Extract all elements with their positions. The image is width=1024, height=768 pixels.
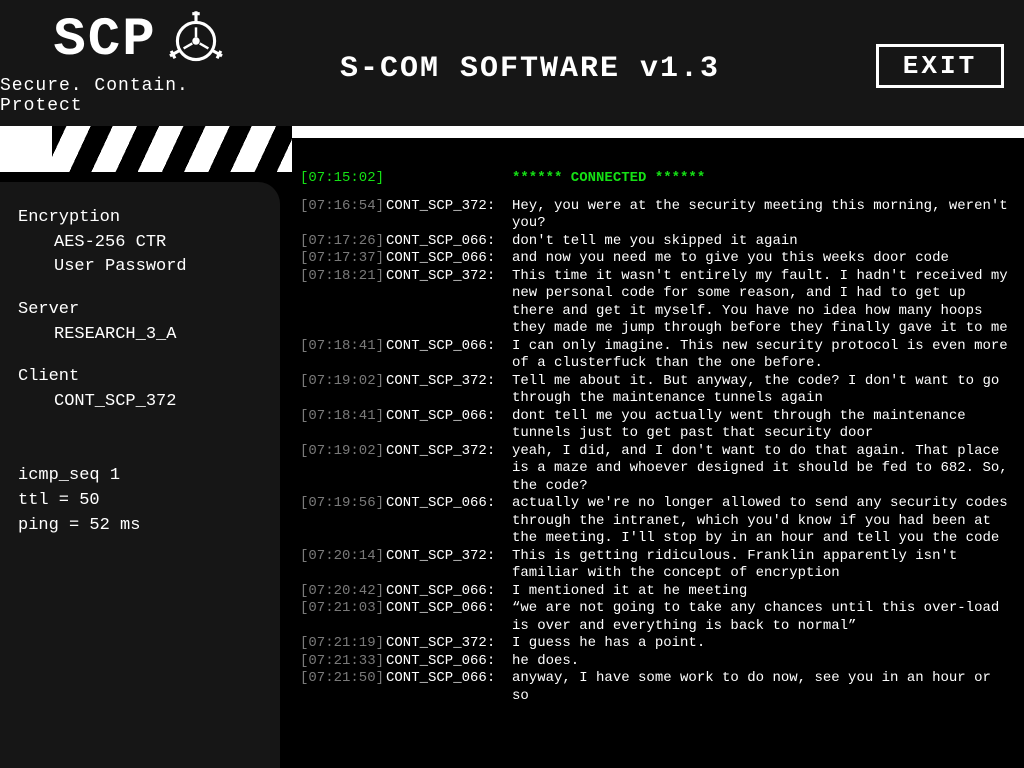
log-line: [07:18:21]CONT_SCP_372:This time it wasn… [300, 268, 1012, 338]
log-connected-line: [07:15:02] ****** CONNECTED ****** [300, 170, 1012, 188]
sidebar: Encryption AES-256 CTR User Password Ser… [0, 182, 280, 768]
log-line: [07:18:41]CONT_SCP_066:I can only imagin… [300, 338, 1012, 373]
log-line: [07:18:41]CONT_SCP_066:dont tell me you … [300, 408, 1012, 443]
log-sender: CONT_SCP_372: [386, 548, 512, 566]
log-message: and now you need me to give you this wee… [512, 250, 1012, 268]
log-line: [07:21:03]CONT_SCP_066:“we are not going… [300, 600, 1012, 635]
log-timestamp: [07:18:41] [300, 408, 386, 426]
log-message: Hey, you were at the security meeting th… [512, 198, 1012, 233]
exit-button[interactable]: EXIT [876, 44, 1004, 88]
log-timestamp: [07:17:26] [300, 233, 386, 251]
log-timestamp: [07:20:14] [300, 548, 386, 566]
client-label: Client [18, 365, 262, 390]
log-line: [07:20:42]CONT_SCP_066:I mentioned it at… [300, 583, 1012, 601]
log-message: “we are not going to take any chances un… [512, 600, 1012, 635]
log-sender: CONT_SCP_066: [386, 233, 512, 251]
log-sender: CONT_SCP_066: [386, 250, 512, 268]
log-line: [07:20:14]CONT_SCP_372:This is getting r… [300, 548, 1012, 583]
log-timestamp: [07:20:42] [300, 583, 386, 601]
log-sender: CONT_SCP_066: [386, 338, 512, 356]
net-ping: ping = 52 ms [18, 514, 262, 539]
log-message: I guess he has a point. [512, 635, 1012, 653]
log-message: dont tell me you actually went through t… [512, 408, 1012, 443]
log-line: [07:19:02]CONT_SCP_372:Tell me about it.… [300, 373, 1012, 408]
log-timestamp: [07:19:02] [300, 443, 386, 461]
log-sender: CONT_SCP_372: [386, 268, 512, 286]
log-line: [07:16:54]CONT_SCP_372:Hey, you were at … [300, 198, 1012, 233]
log-sender: CONT_SCP_372: [386, 635, 512, 653]
log-timestamp: [07:21:19] [300, 635, 386, 653]
log-timestamp: [07:17:37] [300, 250, 386, 268]
log-message: This is getting ridiculous. Franklin app… [512, 548, 1012, 583]
log-line: [07:17:37]CONT_SCP_066:and now you need … [300, 250, 1012, 268]
log-message: anyway, I have some work to do now, see … [512, 670, 1012, 705]
log-message: yeah, I did, and I don't want to do that… [512, 443, 1012, 496]
log-line: [07:21:19]CONT_SCP_372:I guess he has a … [300, 635, 1012, 653]
log-message: ****** CONNECTED ****** [512, 170, 1012, 188]
log-sender: CONT_SCP_066: [386, 583, 512, 601]
client-value: CONT_SCP_372 [18, 390, 262, 415]
content-bg-corner [292, 138, 1024, 172]
header-bar: SCP Secure. Contain. Prot [0, 0, 1024, 126]
log-line: [07:19:56]CONT_SCP_066:actually we're no… [300, 495, 1012, 548]
encryption-key: User Password [18, 255, 262, 280]
log-timestamp: [07:21:33] [300, 653, 386, 671]
log-sender: CONT_SCP_066: [386, 408, 512, 426]
log-message: he does. [512, 653, 1012, 671]
log-line: [07:21:50]CONT_SCP_066:anyway, I have so… [300, 670, 1012, 705]
encryption-cipher: AES-256 CTR [18, 231, 262, 256]
net-seq: icmp_seq 1 [18, 464, 262, 489]
log-message: I can only imagine. This new security pr… [512, 338, 1012, 373]
log-message: don't tell me you skipped it again [512, 233, 1012, 251]
net-ttl: ttl = 50 [18, 489, 262, 514]
log-sender: CONT_SCP_066: [386, 600, 512, 618]
chat-log: [07:15:02] ****** CONNECTED ****** [07:16:… [300, 170, 1012, 760]
log-message: I mentioned it at he meeting [512, 583, 1012, 601]
log-timestamp: [07:21:03] [300, 600, 386, 618]
log-message: This time it wasn't entirely my fault. I… [512, 268, 1012, 338]
log-timestamp: [07:15:02] [300, 170, 386, 188]
log-line: [07:21:33]CONT_SCP_066:he does. [300, 653, 1012, 671]
logo-tagline: Secure. Contain. Protect [0, 76, 280, 116]
log-sender: CONT_SCP_066: [386, 670, 512, 688]
log-sender: CONT_SCP_066: [386, 495, 512, 513]
logo-text: SCP [53, 14, 156, 68]
log-sender: CONT_SCP_066: [386, 653, 512, 671]
log-timestamp: [07:19:02] [300, 373, 386, 391]
hazard-stripes-icon [52, 126, 292, 172]
log-sender: CONT_SCP_372: [386, 443, 512, 461]
log-line: [07:17:26]CONT_SCP_066:don't tell me you… [300, 233, 1012, 251]
log-sender: CONT_SCP_372: [386, 198, 512, 216]
encryption-label: Encryption [18, 206, 262, 231]
app-title: S-COM SOFTWARE v1.3 [340, 52, 720, 86]
server-value: RESEARCH_3_A [18, 323, 262, 348]
log-timestamp: [07:19:56] [300, 495, 386, 513]
log-timestamp: [07:16:54] [300, 198, 386, 216]
log-message: Tell me about it. But anyway, the code? … [512, 373, 1012, 408]
log-timestamp: [07:18:21] [300, 268, 386, 286]
log-sender: CONT_SCP_372: [386, 373, 512, 391]
log-timestamp: [07:18:41] [300, 338, 386, 356]
log-timestamp: [07:21:50] [300, 670, 386, 688]
scp-logo-icon [165, 10, 227, 72]
log-line: [07:19:02]CONT_SCP_372:yeah, I did, and … [300, 443, 1012, 496]
log-message: actually we're no longer allowed to send… [512, 495, 1012, 548]
server-label: Server [18, 298, 262, 323]
logo-panel: SCP Secure. Contain. Prot [0, 0, 280, 126]
